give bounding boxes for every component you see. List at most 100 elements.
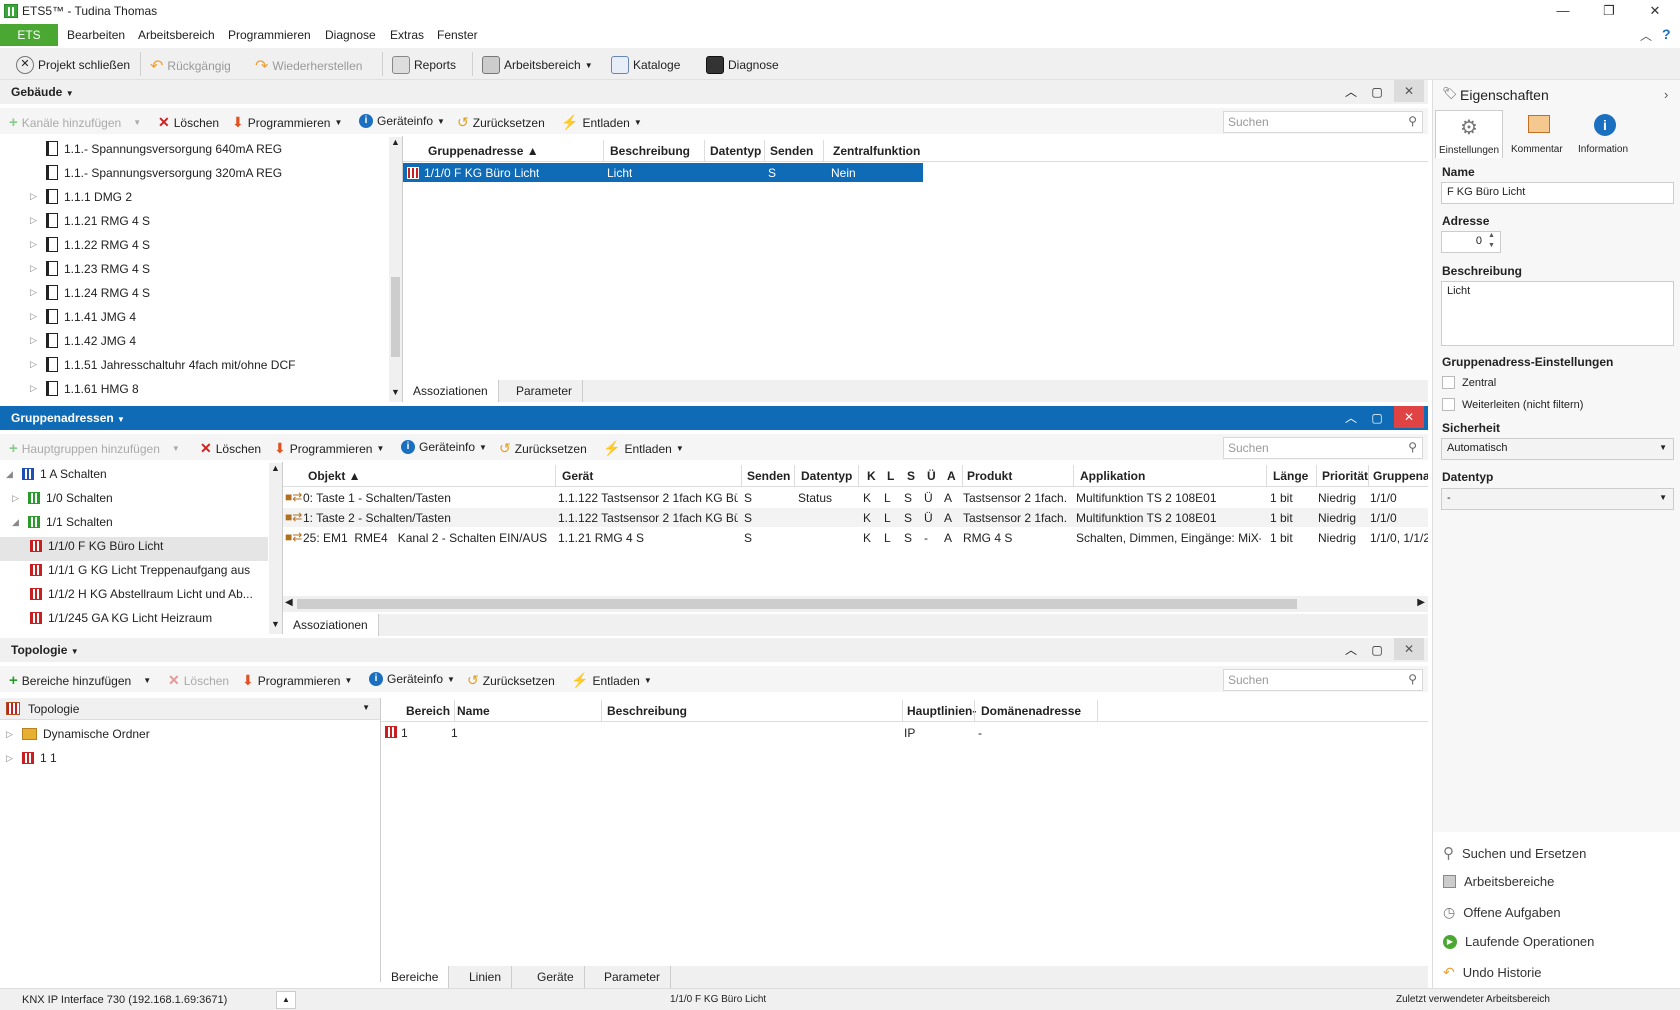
maximize-icon[interactable]: ▢ xyxy=(1366,640,1388,660)
close-panel-icon[interactable]: ✕ xyxy=(1394,406,1424,428)
tree-item[interactable]: ▷ 1 1 xyxy=(6,751,57,765)
scroll-down-icon[interactable]: ▼ xyxy=(271,619,280,629)
bereiche-hinzufuegen-button[interactable]: + Bereiche hinzufügen ▼ xyxy=(9,672,151,689)
laufende-operationen-link[interactable]: ▶ Laufende Operationen xyxy=(1443,934,1594,949)
weiterleiten-checkbox[interactable] xyxy=(1442,398,1455,411)
gruppenadressen-search-input[interactable]: Suchen ⚲ xyxy=(1223,437,1423,459)
col-hauptlinien[interactable]: Hauptlinien- xyxy=(907,704,976,718)
collapse-ribbon-icon[interactable]: ︿ xyxy=(1640,27,1652,44)
col-domaenenadresse[interactable]: Domänenadresse xyxy=(981,704,1081,718)
chevron-up-icon[interactable]: ▲ xyxy=(276,991,296,1009)
gruppenadressen-panel-header[interactable]: Gruppenadressen ▼ xyxy=(0,406,1428,430)
col-objekt[interactable]: Objekt ▲ xyxy=(308,469,361,483)
tab-geraete[interactable]: Geräte xyxy=(527,966,585,988)
stepper-arrows-icon[interactable]: ▲ ▼ xyxy=(1488,231,1495,251)
scroll-up-icon[interactable]: ▲ xyxy=(391,137,400,147)
menu-bearbeiten[interactable]: Bearbeiten xyxy=(67,28,125,42)
tree-item[interactable]: ▷ 1/0 Schalten xyxy=(12,491,113,505)
tree-item[interactable]: ▷ 1.1.24 RMG 4 S xyxy=(30,285,150,300)
zuruecksetzen-button[interactable]: ↺ Zurücksetzen xyxy=(467,672,555,689)
geraeteinfo-button[interactable]: i Geräteinfo ▼ xyxy=(401,440,487,454)
entladen-button[interactable]: ⚡ Entladen ▼ xyxy=(561,114,642,131)
tab-assoziationen[interactable]: Assoziationen xyxy=(283,614,379,636)
tab-linien[interactable]: Linien xyxy=(459,966,513,988)
tree-item[interactable]: ▷ 1.1.61 HMG 8 xyxy=(30,381,139,396)
chevron-right-icon[interactable]: › xyxy=(1664,87,1668,102)
col-beschreibung[interactable]: Beschreibung xyxy=(607,704,687,718)
col-bereich[interactable]: Bereich xyxy=(406,704,450,718)
col-datentyp[interactable]: Datentyp xyxy=(801,469,852,483)
restore-icon[interactable]: ❐ xyxy=(1594,0,1624,24)
col-name[interactable]: Name xyxy=(457,704,490,718)
maximize-icon[interactable]: ▢ xyxy=(1366,82,1388,102)
close-icon[interactable]: ✕ xyxy=(1640,0,1670,24)
col-s[interactable]: S xyxy=(907,469,915,483)
tab-bereiche[interactable]: Bereiche xyxy=(381,966,450,988)
gebaeude-tree-scrollbar[interactable]: ▲ ▼ xyxy=(389,137,402,402)
reports-button[interactable]: Reports xyxy=(392,56,456,74)
programmieren-button[interactable]: ⬇ Programmieren ▼ xyxy=(232,114,342,131)
zuruecksetzen-button[interactable]: ↺ Zurücksetzen xyxy=(457,114,545,131)
tree-item[interactable]: 1.1.- Spannungsversorgung 640mA REG xyxy=(30,141,282,156)
tree-item[interactable]: 1/1/2 H KG Abstellraum Licht und Ab... xyxy=(30,587,253,601)
table-row[interactable]: ■⇄ 1: Taste 2 - Schalten/Tasten 1.1.122 … xyxy=(283,508,1428,527)
col-ue[interactable]: Ü xyxy=(927,469,936,483)
topologie-panel-header[interactable]: Topologie ▼ xyxy=(0,638,1428,662)
geraeteinfo-button[interactable]: i Geräteinfo ▼ xyxy=(369,672,455,686)
sicherheit-select[interactable]: Automatisch ▼ xyxy=(1441,438,1674,460)
arbeitsbereiche-link[interactable]: Arbeitsbereiche xyxy=(1443,874,1554,889)
tab-einstellungen[interactable]: ⚙ Einstellungen xyxy=(1435,110,1503,158)
tree-item[interactable]: ▷ 1.1.23 RMG 4 S xyxy=(30,261,150,276)
entladen-button[interactable]: ⚡ Entladen ▼ xyxy=(603,440,684,457)
table-row[interactable]: 1 1 IP - xyxy=(381,723,1428,742)
entladen-button[interactable]: ⚡ Entladen ▼ xyxy=(571,672,652,689)
beschreibung-textarea[interactable]: Licht xyxy=(1441,281,1674,346)
tree-item[interactable]: ▷ Dynamische Ordner xyxy=(6,727,150,741)
col-l[interactable]: L xyxy=(887,469,894,483)
close-panel-icon[interactable]: ✕ xyxy=(1394,80,1424,102)
col-prioritaet[interactable]: Priorität xyxy=(1322,469,1368,483)
loeschen-button[interactable]: ✕ Löschen xyxy=(158,114,219,131)
geraeteinfo-button[interactable]: i Geräteinfo ▼ xyxy=(359,114,445,128)
projekt-schliessen-button[interactable]: ✕ Projekt schließen xyxy=(16,56,130,74)
tree-item[interactable]: ▷ 1.1.51 Jahresschaltuhr 4fach mit/ohne D… xyxy=(30,357,295,372)
scroll-up-icon[interactable]: ▲ xyxy=(271,463,280,473)
arbeitsbereich-button[interactable]: Arbeitsbereich ▼ xyxy=(482,56,593,74)
table-row[interactable]: ■⇄ 0: Taste 1 - Schalten/Tasten 1.1.122 … xyxy=(283,488,1428,507)
programmieren-button[interactable]: ⬇ Programmieren ▼ xyxy=(274,440,384,457)
collapse-icon[interactable]: ︿ xyxy=(1340,408,1362,428)
tree-item[interactable]: ◢ 1 A Schalten xyxy=(6,467,107,481)
gebaeude-search-input[interactable]: Suchen ⚲ xyxy=(1223,111,1423,133)
diagnose-button[interactable]: Diagnose xyxy=(706,56,779,74)
scroll-right-icon[interactable]: ▶ xyxy=(1417,597,1425,608)
menu-fenster[interactable]: Fenster xyxy=(437,28,478,42)
tree-item[interactable]: ▷ 1.1.41 JMG 4 xyxy=(30,309,136,324)
tree-item[interactable]: 1/1/1 G KG Licht Treppenaufgang aus xyxy=(30,563,250,577)
col-senden[interactable]: Senden xyxy=(770,144,813,158)
maximize-icon[interactable]: ▢ xyxy=(1366,408,1388,428)
col-a[interactable]: A xyxy=(947,469,956,483)
menu-diagnose[interactable]: Diagnose xyxy=(325,28,376,42)
tree-item[interactable]: 1/1/245 GA KG Licht Heizraum xyxy=(30,611,212,625)
tab-assoziationen[interactable]: Assoziationen xyxy=(403,380,499,402)
tree-item-selected[interactable]: 1/1/0 F KG Büro Licht xyxy=(30,539,163,553)
programmieren-button[interactable]: ⬇ Programmieren ▼ xyxy=(242,672,352,689)
topologie-search-input[interactable]: Suchen ⚲ xyxy=(1223,669,1423,691)
col-beschreibung[interactable]: Beschreibung xyxy=(610,144,690,158)
col-senden[interactable]: Senden xyxy=(747,469,790,483)
col-laenge[interactable]: Länge xyxy=(1273,469,1308,483)
offene-aufgaben-link[interactable]: ◷ Offene Aufgaben xyxy=(1443,904,1561,921)
tree-item[interactable]: ▷ 1.1.42 JMG 4 xyxy=(30,333,136,348)
name-input[interactable]: F KG Büro Licht xyxy=(1441,182,1674,204)
tree-item[interactable]: ▷ 1.1.22 RMG 4 S xyxy=(30,237,150,252)
scroll-left-icon[interactable]: ◀ xyxy=(285,597,293,608)
table-row[interactable]: 1/1/0 F KG Büro Licht Licht S Nein xyxy=(403,163,923,182)
col-zentralfunktion[interactable]: Zentralfunktion xyxy=(833,144,920,158)
col-datentyp[interactable]: Datentyp xyxy=(710,144,761,158)
gruppenadressen-tree-scrollbar[interactable]: ▲ ▼ xyxy=(269,463,282,634)
zuruecksetzen-button[interactable]: ↺ Zurücksetzen xyxy=(499,440,587,457)
tab-parameter[interactable]: Parameter xyxy=(506,380,584,402)
wiederherstellen-button[interactable]: ↷ Wiederherstellen xyxy=(255,56,362,76)
ets-menu-tab[interactable]: ETS xyxy=(0,24,58,46)
tree-item[interactable]: ▷ 1.1.1 DMG 2 xyxy=(30,189,132,204)
